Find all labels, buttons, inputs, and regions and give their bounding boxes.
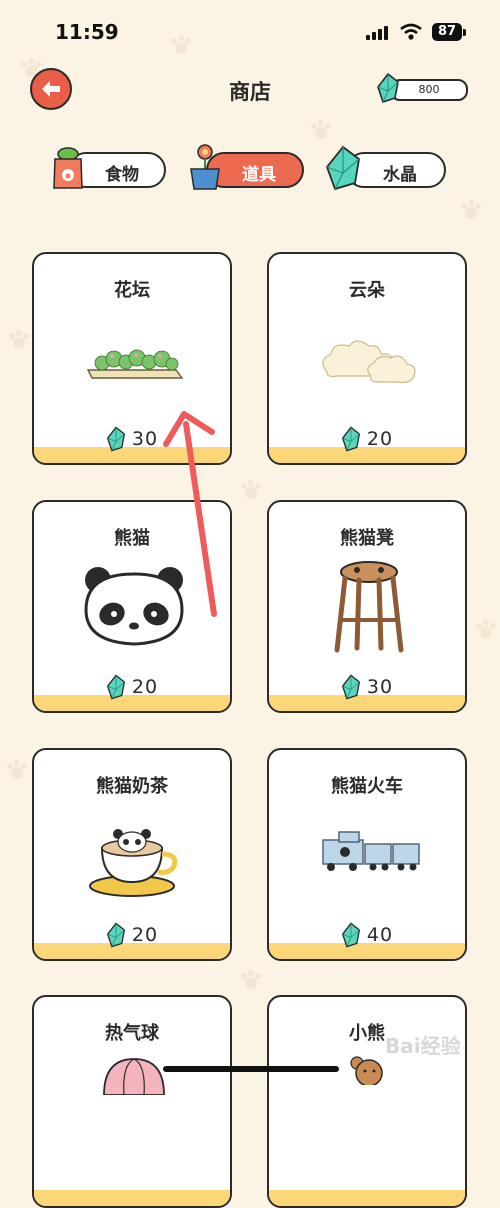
item-price: 20 <box>269 426 465 452</box>
crystal-icon <box>325 145 360 191</box>
item-price-value: 20 <box>131 924 159 946</box>
paw-print-decoration <box>9 330 29 349</box>
item-name: 熊猫 <box>114 528 150 549</box>
back-arrow-icon <box>42 81 60 97</box>
crystal-icon <box>106 674 125 700</box>
flower-pot-icon <box>190 144 220 190</box>
crystal-icon <box>341 674 360 700</box>
battery-indicator: 87 <box>432 23 462 41</box>
shop-item-card[interactable]: 熊猫火车 40 <box>267 748 467 961</box>
shop-item-card[interactable]: 小熊 <box>267 995 467 1208</box>
shop-item-card[interactable]: 热气球 <box>32 995 232 1208</box>
hot-air-balloon-icon <box>103 1058 165 1095</box>
item-name: 熊猫奶茶 <box>96 776 168 797</box>
page-title: 商店 <box>229 80 271 104</box>
item-name: 熊猫火车 <box>331 776 403 797</box>
item-price-value: 20 <box>131 676 159 698</box>
crystal-icon <box>377 73 399 103</box>
cellular-signal-icon <box>366 26 388 40</box>
stool-icon <box>334 561 404 653</box>
item-price: 20 <box>34 922 230 948</box>
shop-item-card[interactable]: 熊猫凳 30 <box>267 500 467 713</box>
item-price-value: 30 <box>366 676 394 698</box>
watermark: Bai经验 <box>385 1034 461 1058</box>
food-bag-icon <box>53 147 83 189</box>
balance-value: 800 <box>390 79 468 101</box>
crystal-icon <box>106 426 125 452</box>
item-price: 30 <box>34 426 230 452</box>
back-button[interactable] <box>30 68 72 110</box>
crystal-icon <box>341 426 360 452</box>
crystal-balance: 800 <box>376 73 468 105</box>
wifi-icon <box>400 23 422 40</box>
tab-crystal-label: 水晶 <box>383 165 417 185</box>
paw-print-decoration <box>241 970 261 989</box>
shop-item-card[interactable]: 熊猫 20 <box>32 500 232 713</box>
panda-icon <box>84 567 184 646</box>
item-name: 热气球 <box>105 1023 159 1044</box>
flower-bed-icon <box>86 349 184 379</box>
bear-icon <box>350 1056 383 1085</box>
shop-item-card[interactable]: 花坛 30 <box>32 252 232 465</box>
battery-tip <box>463 29 466 36</box>
item-price-value: 40 <box>366 924 394 946</box>
item-price-value: 20 <box>366 428 394 450</box>
home-indicator[interactable] <box>163 1066 339 1072</box>
milk-tea-icon <box>89 829 178 897</box>
paw-print-decoration <box>461 200 481 219</box>
crystal-icon <box>106 922 125 948</box>
paw-print-decoration <box>311 120 331 139</box>
status-bar: 11:59 87 <box>0 20 500 50</box>
item-name: 云朵 <box>349 280 385 301</box>
item-price: 30 <box>269 674 465 700</box>
item-name: 熊猫凳 <box>340 528 394 549</box>
tab-props-label: 道具 <box>242 165 276 185</box>
paw-print-decoration <box>7 760 27 779</box>
cloud-icon <box>322 340 416 384</box>
crystal-icon <box>341 922 360 948</box>
item-price-value: 30 <box>131 428 159 450</box>
item-name: 花坛 <box>114 280 150 301</box>
shop-item-card[interactable]: 熊猫奶茶 20 <box>32 748 232 961</box>
train-icon <box>322 831 420 871</box>
item-price: 40 <box>269 922 465 948</box>
status-time: 11:59 <box>55 20 119 44</box>
paw-print-decoration <box>476 620 496 639</box>
shop-item-card[interactable]: 云朵 20 <box>267 252 467 465</box>
item-price: 20 <box>34 674 230 700</box>
paw-print-decoration <box>241 480 261 499</box>
